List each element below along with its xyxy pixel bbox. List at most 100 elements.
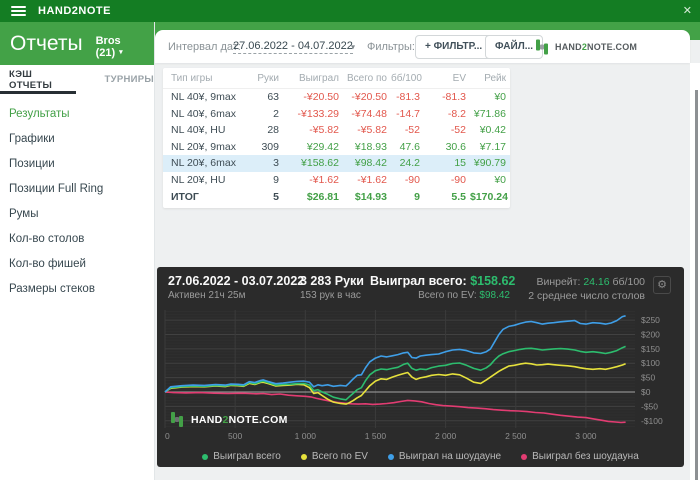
table-cell: 24.2: [399, 157, 420, 170]
svg-text:3 000: 3 000: [575, 431, 597, 441]
account-dropdown[interactable]: Bros (21) ▾: [96, 35, 144, 59]
table-cell: ¥7.17: [479, 140, 506, 153]
table-row[interactable]: NL 40¥, 9max 63 -¥20.50 -¥20.50 -81.3 -81.3 ¥0: [163, 89, 510, 106]
ev-label: Всего по EV:: [418, 290, 477, 301]
legend-label: Выиграл всего: [213, 451, 281, 462]
table-cell: 28: [267, 124, 279, 137]
chart-legend: Выиграл всего Всего по EV Выиграл на шоуда…: [157, 451, 684, 462]
svg-text:1 000: 1 000: [295, 431, 317, 441]
table-cell: ¥18.93: [354, 140, 387, 153]
filters-label: Фильтры:: [367, 40, 415, 53]
column-header: EV bb/100: [452, 73, 466, 84]
sidebar-header: Отчеты Bros (21) ▾: [0, 22, 154, 65]
scrollbar-thumb[interactable]: [695, 90, 698, 480]
sidebar-item-6[interactable]: Кол-во фишей: [0, 252, 154, 277]
table-cell: ¥29.42: [306, 140, 339, 153]
winrate-unit: бб/100: [612, 276, 645, 288]
scrollbar-track[interactable]: [690, 63, 700, 480]
sidebar-item-4[interactable]: Румы: [0, 202, 154, 227]
table-cell: -¥133.29: [297, 107, 339, 120]
legend-item-2[interactable]: Выиграл на шоудауне: [387, 451, 502, 462]
hand2note-brand: HAND2NOTE.COM: [191, 413, 288, 426]
table-cell: 3 283: [273, 157, 279, 170]
column-header: Руки: [257, 73, 279, 84]
table-cell: NL 40¥, HU: [171, 124, 226, 137]
table-cell: ¥0: [494, 91, 506, 103]
svg-text:-$50: -$50: [641, 401, 658, 411]
table-cell: 2 260: [273, 107, 279, 120]
table-cell: -¥1.62: [357, 173, 387, 186]
table-row[interactable]: NL 20¥, 6max 3 283 ¥158.62 ¥98.42 24.2 15 ¥90.…: [163, 155, 510, 172]
legend-dot-icon: [202, 453, 209, 460]
table-cell: -90: [404, 173, 420, 186]
window-titlebar: HAND2NOTE ✕: [0, 0, 700, 22]
date-range-selector[interactable]: 27.06.2022 - 04.07.2022: [233, 40, 353, 54]
table-cell: ¥158.62: [301, 157, 339, 170]
table-cell: -81.3: [442, 91, 466, 103]
legend-label: Выиграл без шоудауна: [532, 451, 639, 462]
table-cell: 30.6: [445, 140, 466, 153]
svg-text:$50: $50: [641, 373, 655, 383]
table-cell: 15: [454, 157, 466, 170]
table-cell: $14.93: [354, 190, 387, 203]
legend-label: Выиграл на шоудауне: [398, 451, 502, 462]
svg-text:500: 500: [228, 431, 242, 441]
table-cell: -8.2: [447, 107, 466, 120]
table-row[interactable]: NL 40¥, 6max 2 260 -¥133.29 -¥74.48 -14.7 -8.…: [163, 106, 510, 123]
legend-item-3[interactable]: Выиграл без шоудауна: [521, 451, 639, 462]
table-cell: ¥71.86: [473, 107, 506, 120]
close-icon[interactable]: ✕: [683, 0, 692, 22]
active-tab-indicator: [0, 91, 76, 94]
table-cell: ¥0.42: [479, 124, 506, 137]
table-cell: 309: [261, 140, 279, 153]
table-header-row: Тип игры Руки Выиграл всего Всего по EV бб/1…: [163, 68, 510, 89]
tab-cash-reports[interactable]: КЭШ ОТЧЕТЫ: [9, 69, 77, 91]
table-row[interactable]: ИТОГ 5 952 $26.81 $14.93 9 5.5 $170.24: [163, 189, 510, 206]
legend-item-0[interactable]: Выиграл всего: [202, 451, 281, 462]
table-cell: -¥20.50: [351, 91, 387, 103]
sidebar-item-5[interactable]: Кол-во столов: [0, 227, 154, 252]
gear-icon[interactable]: ⚙: [653, 276, 671, 294]
table-cell: -¥1.62: [309, 173, 339, 186]
column-header: бб/100: [391, 73, 422, 84]
winrate-label: Винрейт:: [536, 276, 581, 288]
table-cell: -¥5.82: [357, 124, 387, 137]
panel-active-time: Активен 21ч 25м: [168, 290, 246, 301]
sidebar-item-2[interactable]: Позиции: [0, 152, 154, 177]
chart-watermark: HAND2NOTE.COM: [170, 412, 288, 427]
sidebar-item-0[interactable]: Результаты: [0, 102, 154, 127]
table-row[interactable]: NL 20¥, 9max 309 ¥29.42 ¥18.93 47.6 30.6 ¥7.17: [163, 139, 510, 156]
column-header: Всего по EV: [347, 73, 387, 84]
table-cell: NL 40¥, 6max: [171, 107, 236, 120]
graph-panel: $250 $200 $150 $100 $50 $0 -$50 -$100 0 500 1 000 1…: [157, 267, 684, 467]
table-cell: ИТОГ: [171, 190, 199, 203]
panel-hands-block: 3 283 Руки 153 рук в час: [300, 274, 364, 301]
table-cell: -¥74.48: [351, 107, 387, 120]
sidebar-item-7[interactable]: Размеры стеков: [0, 277, 154, 302]
legend-label: Всего по EV: [311, 451, 368, 462]
sidebar-tabs: КЭШ ОТЧЕТЫ ТУРНИРЫ: [0, 65, 154, 94]
legend-dot-icon: [521, 453, 528, 460]
chevron-down-icon: ▾: [119, 48, 123, 56]
chevron-down-icon[interactable]: ▾: [351, 42, 355, 51]
legend-item-1[interactable]: Всего по EV: [300, 451, 368, 462]
sidebar-item-1[interactable]: Графики: [0, 127, 154, 152]
tab-tournaments[interactable]: ТУРНИРЫ: [105, 74, 154, 85]
page-title: Отчеты: [10, 31, 83, 55]
table-row[interactable]: NL 20¥, HU 9 -¥1.62 -¥1.62 -90 -90 ¥0: [163, 172, 510, 189]
hamburger-menu-icon[interactable]: [11, 6, 26, 16]
toolbar: Интервал дат: 27.06.2022 - 04.07.2022 ▾ …: [155, 30, 690, 63]
sidebar-item-3[interactable]: Позиции Full Ring: [0, 177, 154, 202]
add-filter-button[interactable]: + ФИЛЬТР...: [415, 34, 493, 59]
table-cell: NL 20¥, HU: [171, 173, 226, 186]
table-row[interactable]: NL 40¥, HU 28 -¥5.82 -¥5.82 -52 -52 ¥0.42: [163, 122, 510, 139]
svg-text:2 000: 2 000: [435, 431, 457, 441]
table-cell: -90: [450, 173, 466, 186]
svg-text:2 500: 2 500: [505, 431, 527, 441]
column-header: Выиграл всего: [298, 73, 339, 84]
plus-icon: +: [425, 40, 431, 52]
panel-period: 27.06.2022 - 03.07.2022: [168, 274, 305, 288]
svg-text:-$100: -$100: [641, 416, 663, 426]
column-header: Рейк: [484, 73, 506, 84]
table-cell: 5 952: [273, 190, 279, 203]
